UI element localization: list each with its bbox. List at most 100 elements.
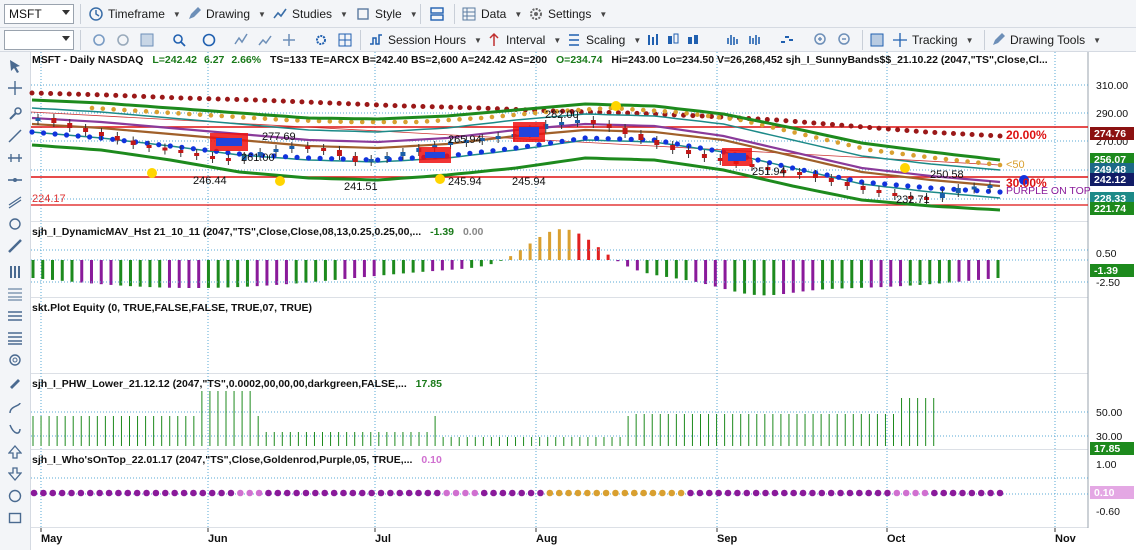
whosontop-dot <box>443 489 450 497</box>
price-label: 277.69 <box>262 131 296 143</box>
histogram-bar <box>567 229 571 260</box>
gold-dot <box>197 112 203 117</box>
upper-dot <box>66 91 72 97</box>
whosontop-dot <box>799 489 807 497</box>
blue-dot <box>409 155 415 161</box>
upper-dot <box>811 120 817 126</box>
gold-dot <box>857 145 862 150</box>
upper-dot <box>429 104 435 110</box>
upper-dot <box>215 96 221 102</box>
blue-dot <box>179 144 185 150</box>
gold-dot <box>392 119 397 125</box>
gold-dot <box>824 137 830 143</box>
gold-dot <box>208 113 214 118</box>
whosontop-dot <box>377 489 385 497</box>
histogram-bar <box>752 260 756 295</box>
whosontop-dot <box>809 489 816 497</box>
candle-body <box>876 190 882 193</box>
blue-dot <box>928 185 934 191</box>
whosontop-dot <box>368 489 375 497</box>
price-label: 232.71 <box>896 194 930 206</box>
gold-dot <box>186 111 192 117</box>
blue-dot <box>305 155 312 161</box>
whosontop-dot <box>358 489 366 497</box>
whosontop-dot <box>143 489 150 497</box>
whosontop-dot <box>593 489 601 497</box>
whosontop-dot <box>405 489 413 497</box>
gold-dot <box>446 117 452 123</box>
whosontop-dot <box>752 489 760 497</box>
whosontop-dot <box>171 489 178 497</box>
gold-dot <box>89 105 95 111</box>
whosontop-dot <box>715 489 722 497</box>
candle-body <box>622 128 628 134</box>
whosontop-dot <box>987 489 994 497</box>
price-badge-text: 242.12 <box>1094 174 1126 186</box>
gold-dot <box>154 109 160 115</box>
yellow-marker <box>435 174 445 184</box>
whosontop-dot <box>105 489 113 497</box>
blue-dot <box>951 186 957 192</box>
histogram-bar <box>791 260 795 293</box>
histogram-bar <box>275 260 279 285</box>
gold-dot <box>922 154 927 159</box>
histogram-bar <box>284 260 288 285</box>
upper-dot <box>904 128 910 133</box>
gold-dot <box>695 112 700 117</box>
candle-body <box>828 178 834 182</box>
upper-dot <box>252 97 258 103</box>
whosontop-dot <box>480 489 488 497</box>
whosontop-dot <box>227 489 235 497</box>
p4-axis-tick: 50.00 <box>1096 407 1122 419</box>
upper-dot <box>299 99 305 105</box>
whosontop-dot <box>949 489 957 497</box>
gold-dot <box>500 113 506 119</box>
upper-dot <box>113 92 119 98</box>
whosontop-dot <box>68 489 75 497</box>
gold-dot <box>651 108 657 113</box>
whosontop-dot <box>340 489 347 497</box>
histogram-bar <box>918 260 922 285</box>
gold-dot <box>273 117 279 122</box>
whosontop-dot <box>152 489 160 497</box>
upper-dot <box>802 119 808 125</box>
whosontop-dot <box>837 489 844 497</box>
gold-dot <box>359 119 365 125</box>
gold-dot <box>781 127 787 133</box>
chart-area[interactable]: 246.44 241.51 245.94 245.94 282.00 265.94 251.… <box>0 0 1136 550</box>
histogram-bar <box>694 260 698 282</box>
price-axis-tick: 290.00 <box>1096 108 1128 120</box>
p5-axis-tick: -0.60 <box>1096 506 1120 518</box>
whosontop-title: sjh_I_Who'sOnTop_22.01.17 (2047,"TS",Clo… <box>32 454 442 466</box>
gold-dot <box>468 116 473 121</box>
whosontop-dot <box>255 489 263 497</box>
histogram-bar <box>704 260 708 285</box>
upper-dot <box>774 117 780 123</box>
whosontop-dot <box>865 489 872 497</box>
upper-dot <box>941 130 947 136</box>
whosontop-dot <box>433 489 441 497</box>
gold-dot <box>803 132 808 138</box>
histogram-bar <box>616 260 620 262</box>
histogram-bar <box>938 260 942 284</box>
candle-body <box>955 188 961 193</box>
upper-dot <box>364 102 370 107</box>
gold-dot <box>640 107 646 113</box>
histogram-bar <box>830 260 834 289</box>
month-label: May <box>41 533 63 545</box>
whosontop-dot <box>790 489 797 497</box>
upper-dot <box>913 128 919 134</box>
histogram-bar <box>782 260 786 295</box>
histogram-bar <box>109 260 113 285</box>
histogram-bar <box>440 260 444 271</box>
whosontop-dot <box>499 489 507 497</box>
upper-dot <box>224 96 230 102</box>
whosontop-dot <box>349 489 357 497</box>
gold-dot <box>792 130 797 135</box>
blue-dot <box>847 177 853 183</box>
histogram-bar <box>138 260 142 287</box>
gold-dot <box>846 142 851 148</box>
gold-dot <box>111 107 116 112</box>
blue-dot <box>513 145 519 151</box>
histogram-bar <box>606 254 610 260</box>
